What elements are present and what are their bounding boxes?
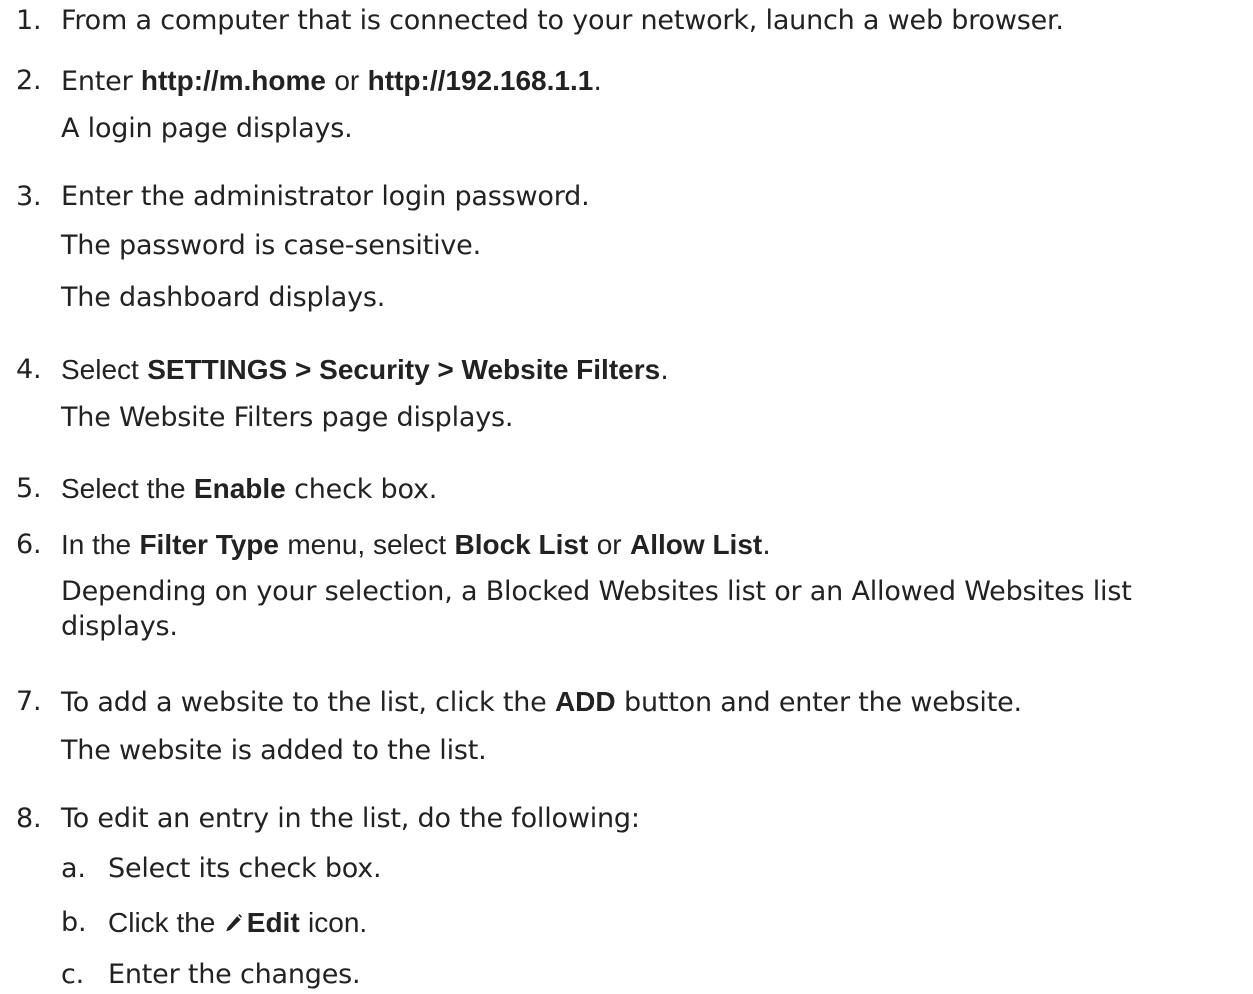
url-mhome: http://m.home xyxy=(140,65,326,96)
step-text: Select SETTINGS > Security > Website Fil… xyxy=(61,354,669,386)
step-text: From a computer that is connected to you… xyxy=(61,5,1064,36)
step-text: Enter the administrator login password. xyxy=(61,181,590,212)
step-number: 8. xyxy=(16,803,42,834)
step-text: Select the Enable check box. xyxy=(61,473,438,505)
url-ip: http://192.168.1.1 xyxy=(367,65,594,96)
document-page: 1. From a computer that is connected to … xyxy=(16,5,1132,990)
step-number: 5. xyxy=(16,473,42,504)
enable-label: Enable xyxy=(193,473,286,504)
substep-letter: a. xyxy=(61,853,86,884)
step-number: 1. xyxy=(16,5,42,36)
substep-letter: c. xyxy=(61,959,85,990)
pencil-edit-icon xyxy=(225,914,242,932)
substep-text: Select its check box. xyxy=(108,853,382,884)
step-number: 7. xyxy=(16,686,42,717)
substep-letter: b. xyxy=(61,907,87,938)
step-number: 4. xyxy=(16,354,42,385)
add-button-label: ADD xyxy=(554,686,616,717)
step-text: Enter http://m.home or http://192.168.1.… xyxy=(61,65,602,97)
substep-text: Enter the changes. xyxy=(108,959,361,990)
edit-label: Edit xyxy=(246,907,300,938)
allow-list-label: Allow List xyxy=(630,529,763,560)
substep-text: Click the Edit icon. xyxy=(108,907,368,938)
step-text: To edit an entry in the list, do the fol… xyxy=(61,803,640,834)
step-number: 2. xyxy=(16,65,42,96)
step-text: To add a website to the list, click the … xyxy=(61,686,1022,718)
step-text: In the Filter Type menu, select Block Li… xyxy=(61,529,771,561)
step-number: 3. xyxy=(16,181,42,212)
filter-type-label: Filter Type xyxy=(139,529,279,560)
block-list-label: Block List xyxy=(454,529,589,560)
step-number: 6. xyxy=(16,529,42,560)
settings-path: SETTINGS > Security > Website Filters xyxy=(147,354,661,385)
